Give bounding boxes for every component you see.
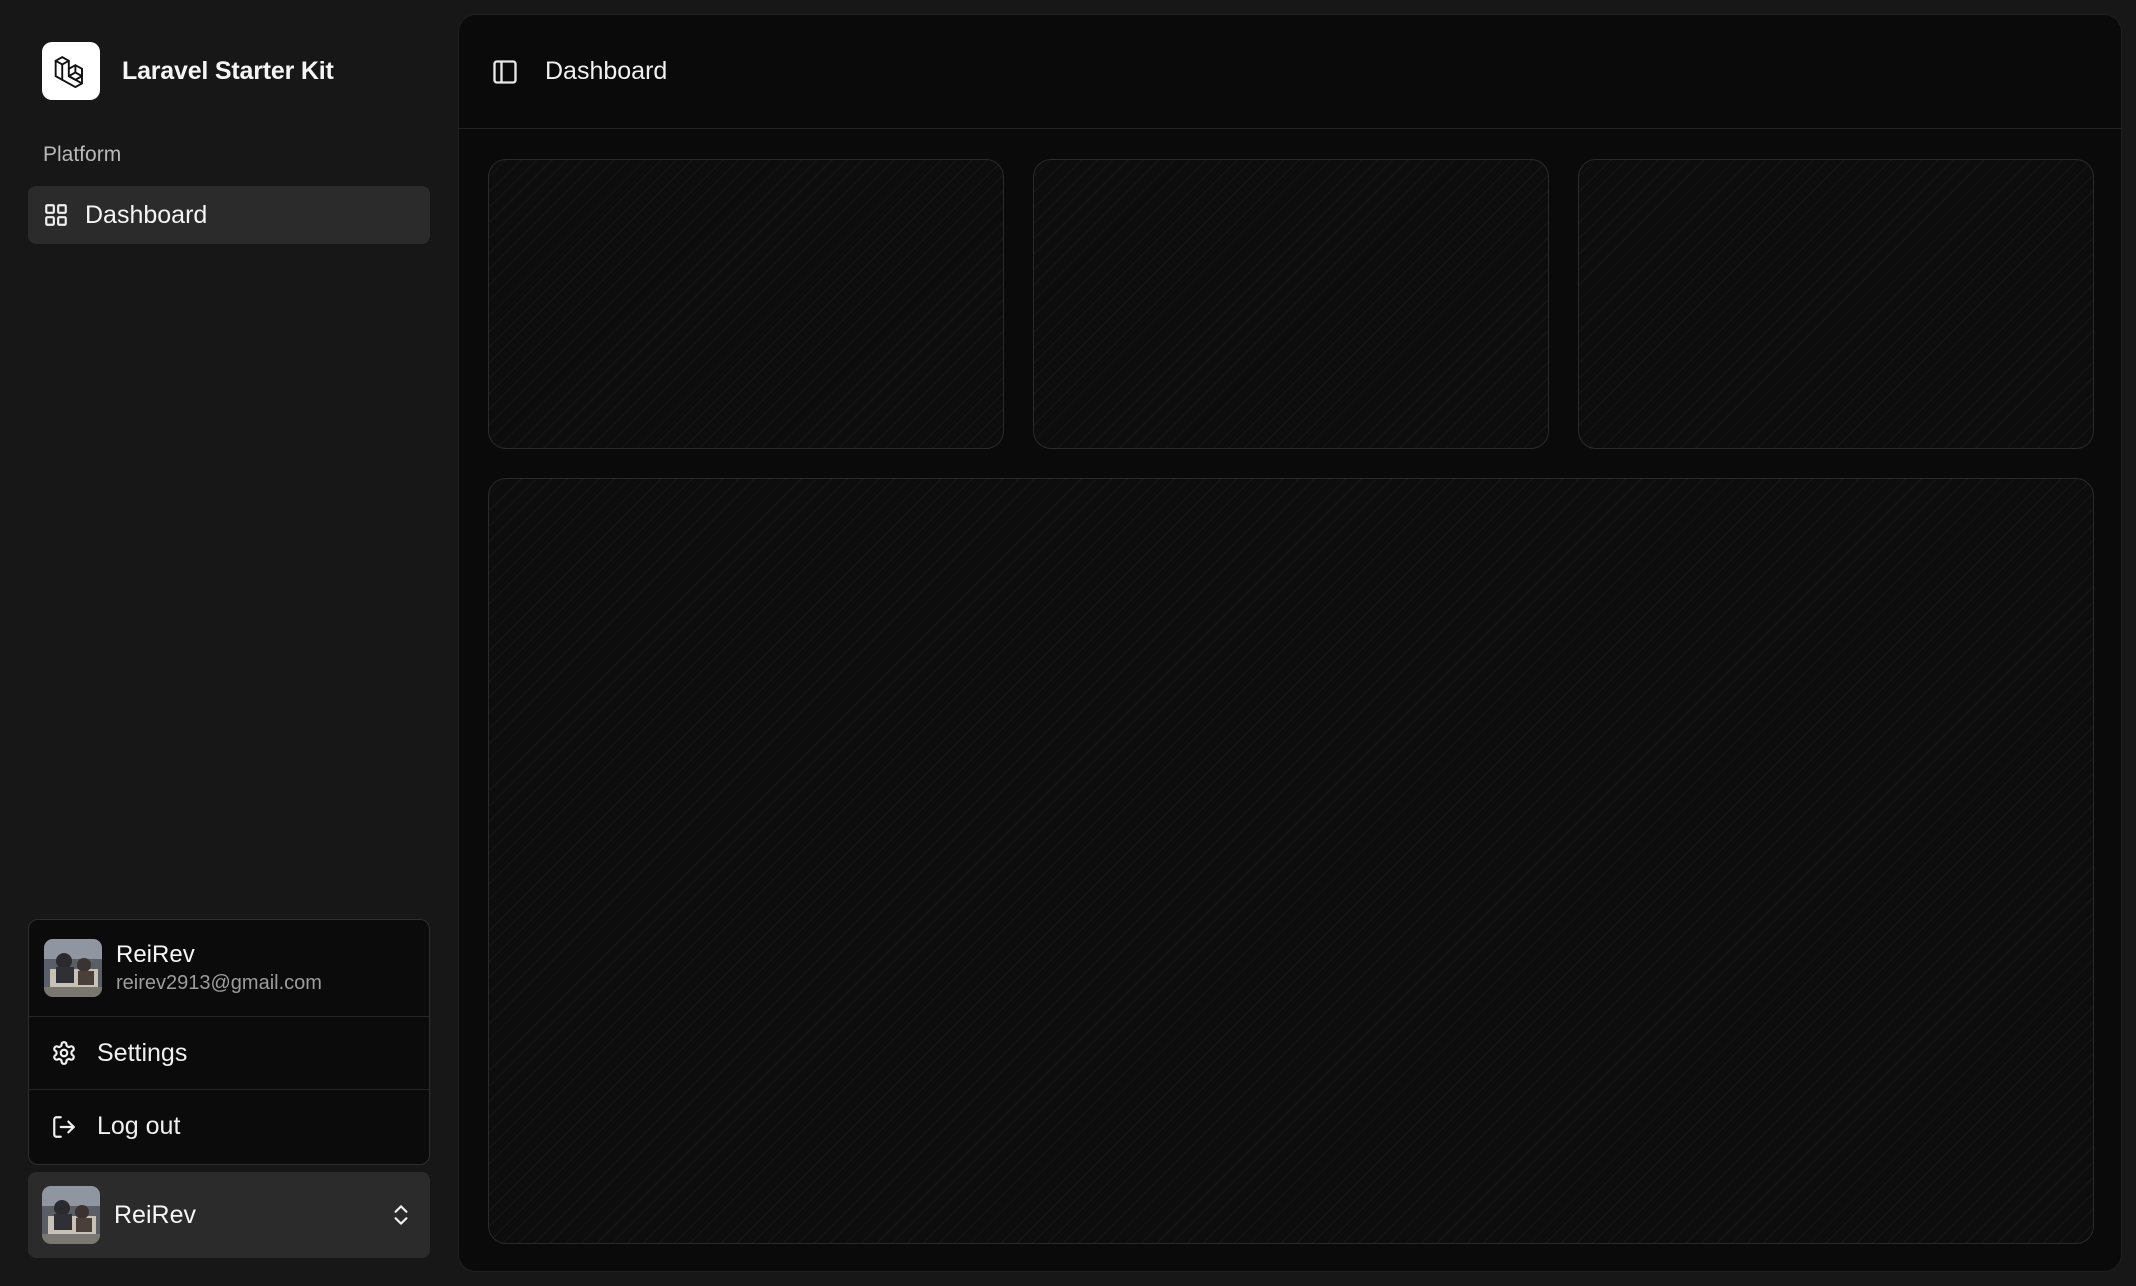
logout-label: Log out [97, 1112, 181, 1140]
settings-menu-item[interactable]: Settings [29, 1017, 429, 1090]
layout-grid-icon [43, 202, 69, 228]
laravel-logo-icon [42, 42, 100, 100]
sidebar-item-dashboard[interactable]: Dashboard [28, 186, 430, 244]
sidebar: Laravel Starter Kit Platform Dashboard R… [0, 0, 456, 1286]
panel-left-icon[interactable] [491, 58, 519, 86]
user-email: reirev2913@gmail.com [116, 972, 322, 994]
settings-label: Settings [97, 1038, 188, 1067]
avatar [44, 939, 102, 997]
placeholder-card-2 [1033, 159, 1549, 449]
user-menu-trigger[interactable]: ReiRev [28, 1172, 430, 1258]
avatar [42, 1186, 100, 1244]
logout-menu-item[interactable]: Log out [29, 1090, 429, 1163]
sidebar-item-label: Dashboard [85, 200, 208, 229]
chevrons-up-down-icon [388, 1202, 414, 1228]
user-name: ReiRev [116, 941, 195, 968]
menu-user-info: ReiRev reirev2913@gmail.com [29, 920, 429, 1017]
gear-icon [51, 1040, 77, 1066]
breadcrumb: Dashboard [545, 57, 668, 85]
brand-name: Laravel Starter Kit [122, 56, 334, 85]
trigger-user-name: ReiRev [114, 1200, 196, 1229]
placeholder-main-panel [488, 478, 2094, 1244]
user-dropdown-menu: ReiRev reirev2913@gmail.com Settings Log… [28, 919, 430, 1165]
app-window: Laravel Starter Kit Platform Dashboard R… [0, 0, 2136, 1286]
placeholder-card-1 [488, 159, 1004, 449]
placeholder-card-3 [1578, 159, 2094, 449]
page-header: Dashboard [459, 15, 2121, 129]
log-out-icon [51, 1114, 77, 1140]
brand-link[interactable]: Laravel Starter Kit [42, 42, 334, 100]
nav-group-label: Platform [43, 143, 122, 166]
main-content: Dashboard [458, 14, 2122, 1272]
